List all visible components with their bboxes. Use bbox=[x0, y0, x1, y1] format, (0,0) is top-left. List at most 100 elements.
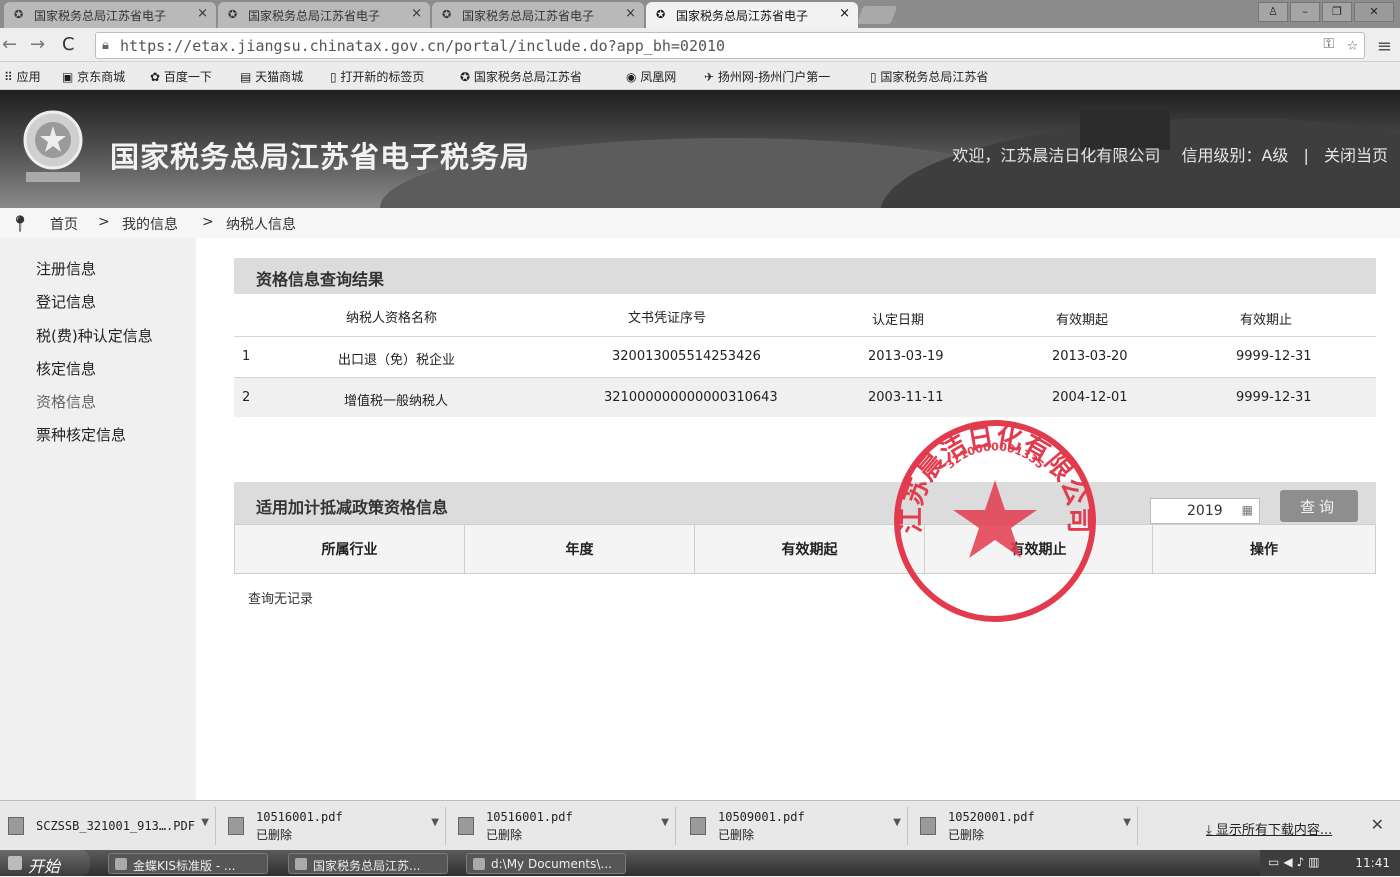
start-button[interactable]: 开始 bbox=[0, 850, 90, 876]
column-header: 文书凭证序号 bbox=[628, 311, 707, 326]
taskbar-item[interactable]: 金蝶KIS标准版 - ... bbox=[108, 853, 268, 874]
chevron-down-icon[interactable]: ▼ bbox=[431, 817, 439, 828]
breadcrumb-separator: > bbox=[202, 214, 214, 230]
download-item[interactable]: 10516001.pdf 已删除 ▼ bbox=[220, 807, 446, 845]
close-tab-icon[interactable]: × bbox=[839, 6, 850, 21]
breadcrumb-separator: > bbox=[98, 214, 110, 230]
location-pin-icon: 📍︎ bbox=[10, 214, 31, 233]
new-tab-button[interactable] bbox=[856, 6, 898, 24]
show-all-downloads-link[interactable]: ⤓ 显示所有下载内容... bbox=[1206, 819, 1332, 838]
credit-level: 信用级别：A级 bbox=[1181, 146, 1289, 165]
key-icon[interactable]: ⚿ bbox=[1323, 36, 1334, 52]
column-header: 纳税人资格名称 bbox=[346, 311, 438, 326]
forward-arrow-icon[interactable]: → bbox=[30, 34, 45, 55]
column-header: 有效期止 bbox=[1240, 313, 1293, 328]
close-tab-icon[interactable]: × bbox=[625, 6, 636, 21]
year-value: 2019 bbox=[1187, 503, 1223, 519]
recognition-date: 2003-11-11 bbox=[868, 390, 944, 405]
breadcrumb-my-info[interactable]: 我的信息 bbox=[122, 214, 178, 234]
tray-icons[interactable]: ▭◀♪▥ bbox=[1268, 855, 1324, 869]
chevron-down-icon[interactable]: ▼ bbox=[893, 817, 901, 828]
policy-table-header: 所属行业 年度 有效期起 有效期止 操作 bbox=[234, 524, 1376, 574]
calendar-icon[interactable]: ▦ bbox=[1242, 503, 1253, 517]
query-button[interactable]: 查询 bbox=[1280, 490, 1358, 522]
seal-star-icon bbox=[953, 480, 1037, 558]
minimize-icon[interactable]: – bbox=[1290, 2, 1320, 22]
browser-tab-active[interactable]: ✪ 国家税务总局江苏省电子 × bbox=[646, 2, 858, 28]
download-filename: 10520001.pdf bbox=[948, 810, 1035, 824]
column-header: 认定日期 bbox=[872, 313, 925, 328]
download-filename: 10516001.pdf bbox=[256, 810, 343, 824]
browser-tab[interactable]: ✪ 国家税务总局江苏省电子 × bbox=[4, 2, 216, 28]
bookmark-apps[interactable]: ⠿ 应用 bbox=[4, 68, 41, 85]
close-icon[interactable]: ✕ bbox=[1371, 815, 1384, 834]
download-item[interactable]: 10520001.pdf 已删除 ▼ bbox=[912, 807, 1138, 845]
tab-title: 国家税务总局江苏省电子 bbox=[248, 9, 381, 23]
row-index: 2 bbox=[242, 390, 251, 405]
url-text: https://etax.jiangsu.chinatax.gov.cn/por… bbox=[120, 37, 726, 55]
download-status: 已删除 bbox=[486, 828, 523, 842]
bookmark-yangzhou[interactable]: ✈ 扬州网-扬州门户第一 bbox=[704, 68, 830, 85]
column-header: 有效期起 bbox=[695, 525, 925, 573]
taskbar-item[interactable]: 国家税务总局江苏... bbox=[288, 853, 448, 874]
sidebar-item-registration[interactable]: 注册信息 bbox=[36, 258, 96, 279]
bookmark-tax2[interactable]: ▯ 国家税务总局江苏省 bbox=[870, 68, 988, 85]
sidebar-item-enrollment[interactable]: 登记信息 bbox=[36, 291, 96, 312]
browser-tab[interactable]: ✪ 国家税务总局江苏省电子 × bbox=[432, 2, 644, 28]
user-icon[interactable]: ♙ bbox=[1258, 2, 1288, 22]
download-item[interactable]: 10516001.pdf 已删除 ▼ bbox=[450, 807, 676, 845]
task-label: 国家税务总局江苏... bbox=[313, 859, 421, 873]
valid-from: 2004-12-01 bbox=[1052, 390, 1128, 405]
year-input[interactable]: 2019 ▦ bbox=[1150, 498, 1260, 524]
bookmark-star-icon[interactable]: ☆ bbox=[1347, 34, 1358, 55]
bookmark-newtab[interactable]: ▯ 打开新的标签页 bbox=[330, 68, 424, 85]
sidebar-item-invoice-type[interactable]: 票种核定信息 bbox=[36, 424, 126, 445]
bookmark-baidu[interactable]: ✿ 百度一下 bbox=[150, 68, 212, 85]
back-arrow-icon[interactable]: ← bbox=[2, 34, 17, 55]
show-all-label: 显示所有下载内容... bbox=[1215, 823, 1333, 838]
sidebar-item-assessment[interactable]: 核定信息 bbox=[36, 358, 96, 379]
chevron-down-icon[interactable]: ▼ bbox=[1123, 817, 1131, 828]
browser-tab-strip: ✪ 国家税务总局江苏省电子 × ✪ 国家税务总局江苏省电子 × ✪ 国家税务总局江苏省电子… bbox=[0, 0, 1400, 28]
breadcrumb-home[interactable]: 首页 bbox=[50, 214, 78, 234]
url-input[interactable]: 🔒︎ https://etax.jiangsu.chinatax.gov.cn/… bbox=[95, 32, 1365, 59]
reload-icon[interactable]: C bbox=[62, 34, 75, 55]
chevron-down-icon[interactable]: ▼ bbox=[661, 817, 669, 828]
menu-icon[interactable]: ≡ bbox=[1377, 36, 1392, 57]
browser-tab[interactable]: ✪ 国家税务总局江苏省电子 × bbox=[218, 2, 430, 28]
valid-from: 2013-03-20 bbox=[1052, 349, 1128, 364]
qualification-panel-title: 资格信息查询结果 bbox=[234, 258, 1376, 294]
taskbar-item[interactable]: d:\My Documents\... bbox=[466, 853, 626, 874]
app-icon bbox=[115, 858, 127, 870]
chevron-down-icon[interactable]: ▼ bbox=[201, 817, 209, 828]
valid-to: 9999-12-31 bbox=[1236, 349, 1312, 364]
bookmark-jd[interactable]: ▣ 京东商城 bbox=[62, 68, 125, 85]
lock-icon: 🔒︎ bbox=[102, 38, 109, 53]
windows-logo-icon bbox=[8, 856, 22, 870]
tax-emblem-icon: ✪ bbox=[656, 8, 666, 21]
bookmark-label: 国家税务总局江苏省 bbox=[880, 70, 989, 84]
bookmark-label: 天猫商城 bbox=[255, 70, 304, 84]
restore-icon[interactable]: ❐ bbox=[1322, 2, 1352, 22]
bookmark-ifeng[interactable]: ◉ 凤凰网 bbox=[626, 68, 676, 85]
download-item[interactable]: SCZSSB_321001_913….PDF ▼ bbox=[0, 807, 216, 845]
tax-emblem-logo bbox=[23, 110, 83, 182]
bookmark-tax1[interactable]: ✪ 国家税务总局江苏省 bbox=[460, 68, 582, 85]
company-seal-stamp: 江苏晨洁日化有限公司3210000001335 bbox=[894, 420, 1096, 622]
tab-title: 国家税务总局江苏省电子 bbox=[34, 9, 167, 23]
folder-icon bbox=[473, 858, 485, 870]
close-tab-icon[interactable]: × bbox=[411, 6, 422, 21]
sidebar-item-qualification[interactable]: 资格信息 bbox=[36, 391, 96, 412]
sidebar-item-tax-type[interactable]: 税(费)种认定信息 bbox=[36, 325, 153, 346]
table-row: 1 出口退（免）税企业 320013005514253426 2013-03-1… bbox=[234, 336, 1376, 376]
downloads-bar: SCZSSB_321001_913….PDF ▼ 10516001.pdf 已删… bbox=[0, 800, 1400, 850]
start-label: 开始 bbox=[28, 857, 61, 876]
pdf-file-icon bbox=[458, 817, 474, 835]
close-tab-icon[interactable]: × bbox=[197, 6, 208, 21]
close-page-link[interactable]: 关闭当页 bbox=[1324, 146, 1388, 165]
close-window-icon[interactable]: ✕ bbox=[1354, 2, 1394, 22]
download-item[interactable]: 10509001.pdf 已删除 ▼ bbox=[682, 807, 908, 845]
bookmark-tmall[interactable]: ▤ 天猫商城 bbox=[240, 68, 303, 85]
pdf-file-icon bbox=[8, 817, 24, 835]
download-status: 已删除 bbox=[256, 828, 293, 842]
